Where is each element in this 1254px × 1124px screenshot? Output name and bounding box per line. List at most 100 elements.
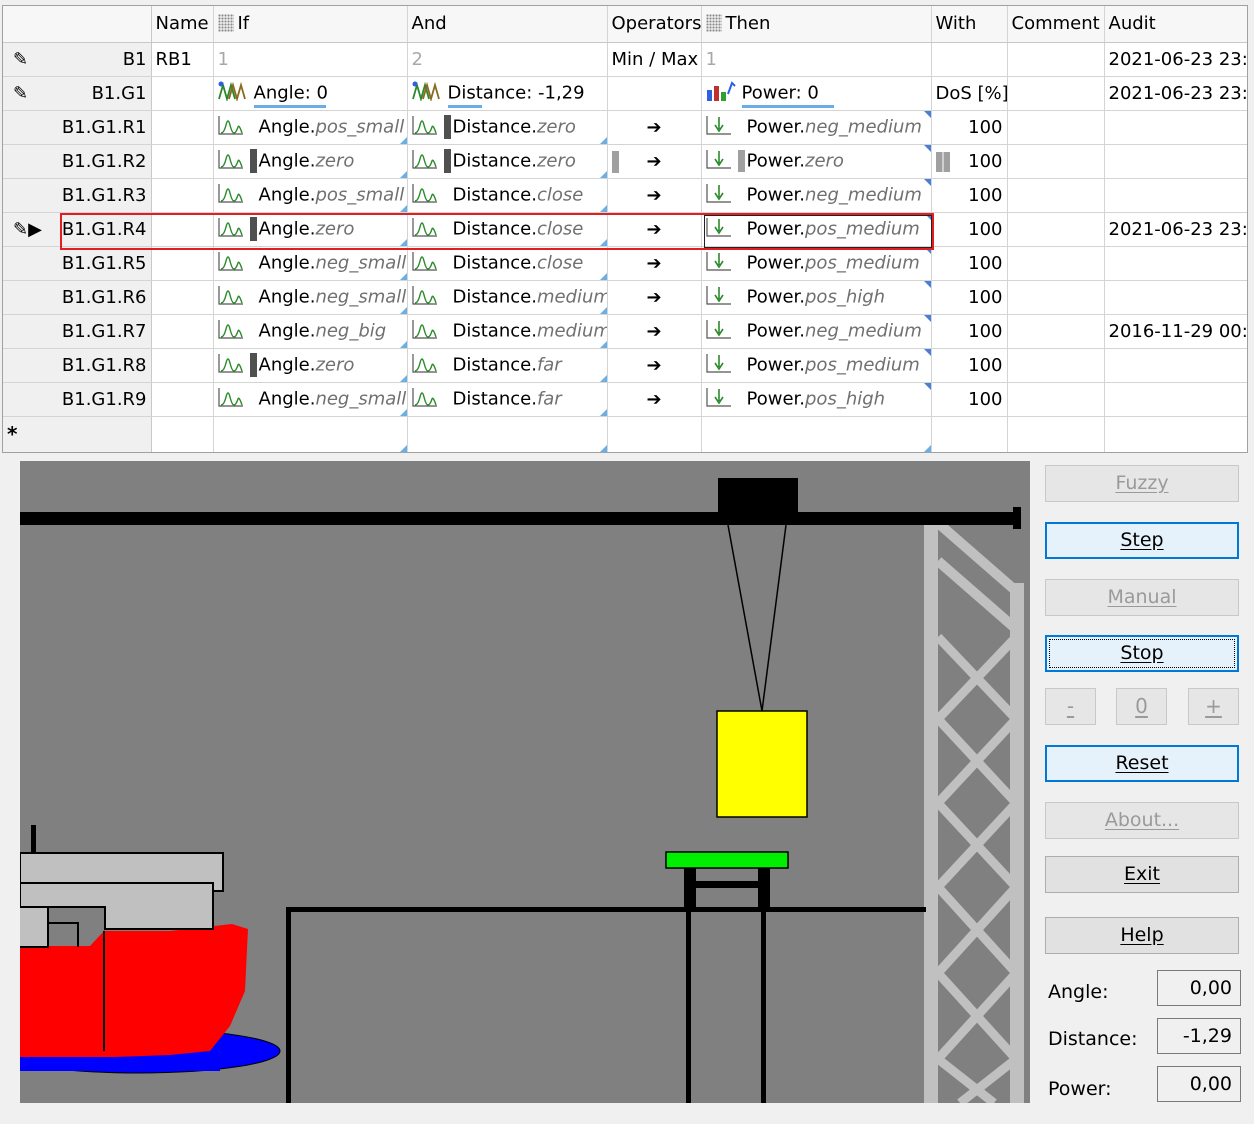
rule-operator-cell[interactable]: ➔ bbox=[607, 144, 702, 179]
rule-dos-cell[interactable]: 100 bbox=[931, 110, 1008, 145]
block-operators-cell[interactable]: Min / Max bbox=[607, 42, 702, 77]
rule-if-cell[interactable]: Angle.neg_big bbox=[213, 314, 408, 349]
rule-id-cell[interactable]: B1.G1.R8 bbox=[3, 348, 152, 383]
group-comment-cell[interactable] bbox=[1007, 76, 1105, 111]
rule-then-cell[interactable]: Power.pos_medium bbox=[701, 212, 932, 247]
block-id-cell[interactable]: ✎ B1 bbox=[3, 42, 152, 77]
new-operator-cell[interactable] bbox=[607, 416, 702, 452]
block-comment-cell[interactable] bbox=[1007, 42, 1105, 77]
rule-and-cell[interactable]: Distance.close bbox=[407, 212, 608, 247]
rule-if-cell[interactable]: Angle.zero bbox=[213, 144, 408, 179]
rule-and-cell[interactable]: Distance.medium bbox=[407, 280, 608, 315]
rule-dos-cell[interactable]: 100 bbox=[931, 314, 1008, 349]
reset-button[interactable]: Reset bbox=[1045, 745, 1239, 782]
rule-name-cell[interactable] bbox=[151, 178, 214, 213]
new-and-cell[interactable] bbox=[407, 416, 608, 452]
group-operators-cell[interactable] bbox=[607, 76, 702, 111]
rule-if-cell[interactable]: Angle.neg_small bbox=[213, 382, 408, 417]
new-dos-cell[interactable] bbox=[931, 416, 1008, 452]
rule-dos-cell[interactable]: 100 bbox=[931, 280, 1008, 315]
grip-icon[interactable] bbox=[705, 14, 722, 33]
column-header-then[interactable]: Then bbox=[701, 6, 932, 43]
rule-name-cell[interactable] bbox=[151, 382, 214, 417]
rule-if-cell[interactable]: Angle.pos_small bbox=[213, 110, 408, 145]
column-header-if[interactable]: If bbox=[213, 6, 408, 43]
rule-dos-cell[interactable]: 100 bbox=[931, 178, 1008, 213]
rule-comment-cell[interactable] bbox=[1007, 314, 1105, 349]
rule-row[interactable]: B1.G1.R2 Angle.zero Distance.zero ➔ Power.ze… bbox=[3, 144, 1247, 179]
rule-id-cell[interactable]: B1.G1.R5 bbox=[3, 246, 152, 281]
rule-operator-cell[interactable]: ➔ bbox=[607, 314, 702, 349]
rule-then-cell[interactable]: Power.neg_medium bbox=[701, 314, 932, 349]
block-name-cell[interactable]: RB1 bbox=[151, 42, 214, 77]
rule-id-cell[interactable]: ✎▶ B1.G1.R4 bbox=[3, 212, 152, 247]
rule-id-cell[interactable]: B1.G1.R6 bbox=[3, 280, 152, 315]
group-id-cell[interactable]: ✎ B1.G1 bbox=[3, 76, 152, 111]
exit-button[interactable]: Exit bbox=[1045, 856, 1239, 893]
new-then-cell[interactable] bbox=[701, 416, 932, 452]
new-if-cell[interactable] bbox=[213, 416, 408, 452]
group-then-cell[interactable]: Power: 0 bbox=[701, 76, 932, 111]
rule-id-cell[interactable]: B1.G1.R7 bbox=[3, 314, 152, 349]
rule-and-cell[interactable]: Distance.far bbox=[407, 382, 608, 417]
rule-if-cell[interactable]: Angle.pos_small bbox=[213, 178, 408, 213]
rule-and-cell[interactable]: Distance.close bbox=[407, 178, 608, 213]
rule-comment-cell[interactable] bbox=[1007, 212, 1105, 247]
group-name-cell[interactable] bbox=[151, 76, 214, 111]
rule-row[interactable]: B1.G1.R8 Angle.zero Distance.far ➔ Power.pos… bbox=[3, 348, 1247, 383]
block-row[interactable]: ✎ B1 RB1 1 2 Min / Max 1 2021-06-23 23:0… bbox=[3, 42, 1247, 77]
group-if-cell[interactable]: Angle: 0 bbox=[213, 76, 408, 111]
rule-operator-cell[interactable]: ➔ bbox=[607, 280, 702, 315]
rule-comment-cell[interactable] bbox=[1007, 144, 1105, 179]
rule-operator-cell[interactable]: ➔ bbox=[607, 246, 702, 281]
rule-then-cell[interactable]: Power.zero bbox=[701, 144, 932, 179]
grip-icon[interactable] bbox=[217, 14, 234, 33]
block-then-cell[interactable]: 1 bbox=[701, 42, 932, 77]
rule-dos-cell[interactable]: 100 bbox=[931, 144, 1008, 179]
column-header-audit[interactable]: Audit bbox=[1104, 6, 1247, 43]
rule-dos-cell[interactable]: 100 bbox=[931, 348, 1008, 383]
rule-name-cell[interactable] bbox=[151, 280, 214, 315]
rule-name-cell[interactable] bbox=[151, 246, 214, 281]
rule-id-cell[interactable]: B1.G1.R3 bbox=[3, 178, 152, 213]
rule-and-cell[interactable]: Distance.zero bbox=[407, 144, 608, 179]
rule-dos-cell[interactable]: 100 bbox=[931, 246, 1008, 281]
rule-dos-cell[interactable]: 100 bbox=[931, 212, 1008, 247]
new-rule-row[interactable]: * bbox=[3, 416, 1247, 452]
stop-button[interactable]: Stop bbox=[1045, 635, 1239, 672]
rule-operator-cell[interactable]: ➔ bbox=[607, 348, 702, 383]
rule-name-cell[interactable] bbox=[151, 144, 214, 179]
rule-if-cell[interactable]: Angle.zero bbox=[213, 348, 408, 383]
rule-row[interactable]: B1.G1.R1 Angle.pos_small Distance.zero ➔ Pow… bbox=[3, 110, 1247, 145]
new-comment-cell[interactable] bbox=[1007, 416, 1105, 452]
rule-row[interactable]: B1.G1.R7 Angle.neg_big Distance.medium ➔ Pow… bbox=[3, 314, 1247, 349]
increase-button[interactable]: + bbox=[1188, 688, 1239, 725]
column-header-comment[interactable]: Comment bbox=[1007, 6, 1105, 43]
rule-then-cell[interactable]: Power.pos_high bbox=[701, 382, 932, 417]
rule-and-cell[interactable]: Distance.medium bbox=[407, 314, 608, 349]
rule-then-cell[interactable]: Power.pos_medium bbox=[701, 246, 932, 281]
rule-comment-cell[interactable] bbox=[1007, 280, 1105, 315]
rule-then-cell[interactable]: Power.neg_medium bbox=[701, 178, 932, 213]
rule-name-cell[interactable] bbox=[151, 348, 214, 383]
decrease-button[interactable]: - bbox=[1045, 688, 1096, 725]
rule-name-cell[interactable] bbox=[151, 110, 214, 145]
group-and-cell[interactable]: Distance: -1,29 bbox=[407, 76, 608, 111]
rule-row[interactable]: B1.G1.R3 Angle.pos_small Distance.close ➔ Po… bbox=[3, 178, 1247, 213]
block-and-cell[interactable]: 2 bbox=[407, 42, 608, 77]
rule-comment-cell[interactable] bbox=[1007, 348, 1105, 383]
rule-row[interactable]: B1.G1.R9 Angle.neg_small Distance.far ➔ Powe… bbox=[3, 382, 1247, 417]
rule-then-cell[interactable]: Power.neg_medium bbox=[701, 110, 932, 145]
zero-button[interactable]: 0 bbox=[1116, 688, 1167, 725]
rule-row[interactable]: ✎▶ B1.G1.R4 Angle.zero Distance.close ➔ Power… bbox=[3, 212, 1247, 247]
rule-then-cell[interactable]: Power.pos_medium bbox=[701, 348, 932, 383]
rule-then-cell[interactable]: Power.pos_high bbox=[701, 280, 932, 315]
rule-id-cell[interactable]: B1.G1.R1 bbox=[3, 110, 152, 145]
rule-comment-cell[interactable] bbox=[1007, 178, 1105, 213]
rule-and-cell[interactable]: Distance.far bbox=[407, 348, 608, 383]
rule-operator-cell[interactable]: ➔ bbox=[607, 382, 702, 417]
column-header-with[interactable]: With bbox=[931, 6, 1008, 43]
rule-operator-cell[interactable]: ➔ bbox=[607, 178, 702, 213]
new-row-marker-cell[interactable]: * bbox=[3, 416, 152, 452]
column-header-name[interactable]: Name bbox=[151, 6, 214, 43]
